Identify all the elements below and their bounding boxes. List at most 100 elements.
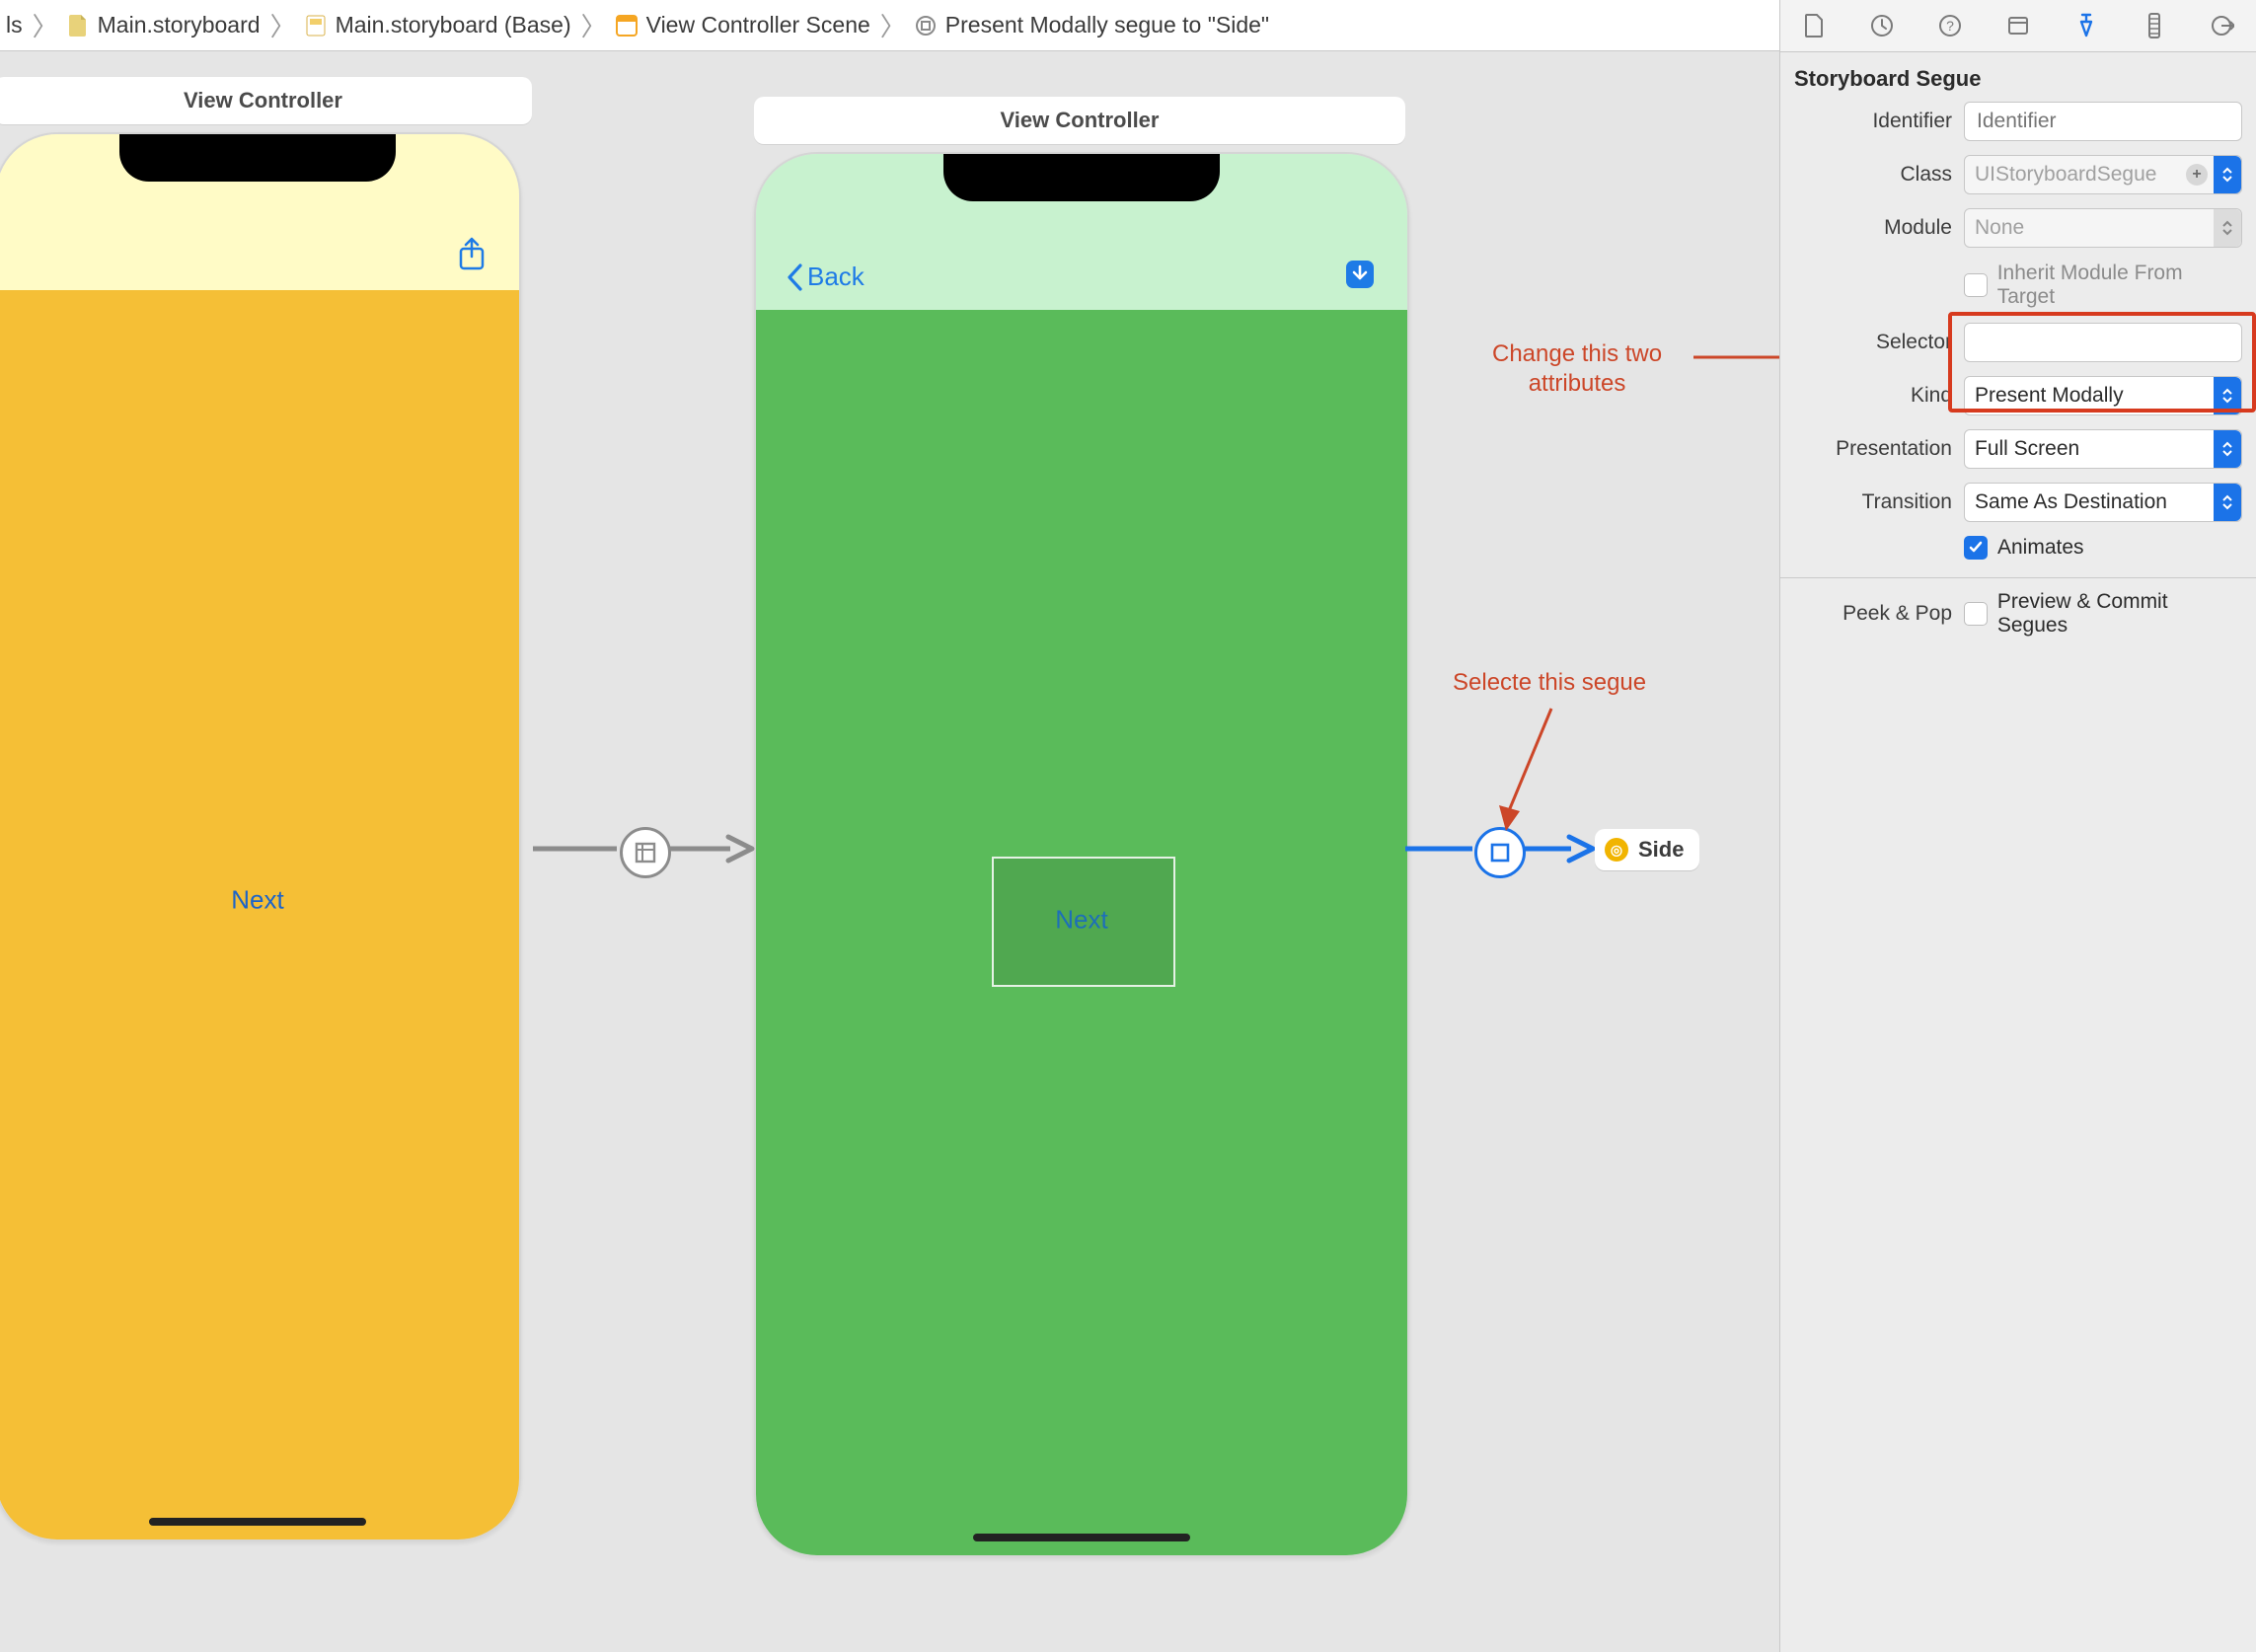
chevron-updown-icon[interactable]: [2214, 430, 2241, 468]
inspector-tabs[interactable]: ?: [1780, 0, 2256, 52]
annotation-line: Change this two: [1492, 340, 1662, 367]
class-select[interactable]: UIStoryboardSegue +: [1964, 155, 2242, 194]
tab-attributes-inspector[interactable]: [2071, 11, 2101, 40]
back-button[interactable]: Back: [786, 262, 865, 292]
section-title: Storyboard Segue: [1780, 52, 2256, 102]
vc1-body: Next: [0, 290, 519, 1539]
annotation-line: attributes: [1529, 370, 1626, 397]
vc2-body: Next: [756, 310, 1407, 1555]
inherit-module-checkbox[interactable]: [1964, 273, 1988, 297]
divider: [1780, 577, 2256, 578]
attributes-inspector: ? Storyboard Segue Identifier Class UISt…: [1779, 0, 2256, 1652]
module-value: None: [1975, 216, 2024, 240]
side-vc-chip[interactable]: ◎ Side: [1595, 829, 1699, 870]
annotation-change-attributes: Change this two attributes: [1492, 339, 1662, 399]
animates-checkbox[interactable]: [1964, 536, 1988, 560]
tab-history-inspector[interactable]: [1867, 11, 1897, 40]
download-icon[interactable]: [1342, 257, 1378, 292]
vc2-header[interactable]: View Controller: [754, 97, 1405, 144]
crumb-label: Main.storyboard: [98, 12, 261, 38]
crumb-label: Present Modally segue to "Side": [945, 12, 1269, 38]
share-icon[interactable]: [454, 237, 489, 272]
chevron-right-icon: 〉: [268, 7, 298, 43]
storyboard-canvas[interactable]: View Controller Next View Controller Bac…: [0, 51, 1779, 1652]
home-indicator-icon: [149, 1518, 366, 1526]
module-select[interactable]: None: [1964, 208, 2242, 248]
vc1-phone[interactable]: Next: [0, 132, 521, 1541]
svg-text:?: ?: [1946, 18, 1954, 34]
label-peekpop: Peek & Pop: [1794, 602, 1952, 626]
breadcrumb[interactable]: ls 〉 Main.storyboard 〉 Main.storyboard (…: [0, 7, 2031, 43]
chevron-updown-icon[interactable]: [2214, 156, 2241, 193]
selector-field[interactable]: [1964, 323, 2242, 362]
segue-node-2-selected[interactable]: [1474, 827, 1526, 878]
annotation-arrow-segue: [1490, 703, 1569, 841]
selector-input[interactable]: [1975, 330, 2231, 355]
vc2-phone[interactable]: Back Next: [754, 152, 1409, 1557]
annotation-arrow-attributes: [1693, 345, 1779, 375]
tab-connections-inspector[interactable]: [2207, 11, 2236, 40]
tab-identity-inspector[interactable]: [2003, 11, 2033, 40]
chevron-right-icon: 〉: [31, 7, 60, 43]
vc2-next-button[interactable]: Next: [1055, 905, 1107, 936]
chevron-right-icon: 〉: [878, 7, 908, 43]
vc1-next-button[interactable]: Next: [231, 885, 283, 916]
kind-select[interactable]: Present Modally: [1964, 376, 2242, 415]
chevron-updown-icon[interactable]: [2214, 484, 2241, 521]
vc2-next-label: Next: [1055, 905, 1107, 935]
preview-commit-checkbox[interactable]: [1964, 602, 1988, 626]
segue-icon: [914, 14, 938, 38]
transition-select[interactable]: Same As Destination: [1964, 483, 2242, 522]
chevron-updown-icon[interactable]: [2214, 209, 2241, 247]
peekpop-form: Peek & Pop Preview & Commit Segues: [1780, 590, 2256, 653]
label-module: Module: [1794, 216, 1952, 240]
segue-node-1[interactable]: [620, 827, 671, 878]
annotation-line: Selecte this segue: [1453, 669, 1646, 696]
storyboard-base-icon: [304, 14, 328, 38]
notch-icon: [943, 154, 1220, 201]
class-value: UIStoryboardSegue: [1975, 163, 2156, 187]
identifier-input[interactable]: [1975, 109, 2231, 134]
animates-row[interactable]: Animates: [1964, 536, 2242, 560]
crumb-segue[interactable]: Present Modally segue to "Side": [914, 12, 1269, 38]
label-selector: Selector: [1794, 331, 1952, 354]
presentation-value: Full Screen: [1975, 437, 2079, 461]
label-kind: Kind: [1794, 384, 1952, 408]
inherit-module-row[interactable]: Inherit Module From Target: [1964, 262, 2242, 309]
chevron-updown-icon[interactable]: [2214, 377, 2241, 414]
preview-commit-row[interactable]: Preview & Commit Segues: [1964, 590, 2242, 638]
inherit-module-label: Inherit Module From Target: [1997, 262, 2242, 309]
vc-badge-icon: ◎: [1605, 838, 1628, 862]
preview-commit-label: Preview & Commit Segues: [1997, 590, 2242, 638]
presentation-select[interactable]: Full Screen: [1964, 429, 2242, 469]
crumb-file[interactable]: Main.storyboard 〉: [66, 7, 298, 43]
add-class-icon[interactable]: +: [2186, 164, 2208, 186]
storyboard-file-icon: [66, 14, 90, 38]
chevron-right-icon: 〉: [579, 7, 609, 43]
label-presentation: Presentation: [1794, 437, 1952, 461]
kind-value: Present Modally: [1975, 384, 2124, 408]
crumb-scene[interactable]: View Controller Scene 〉: [615, 7, 908, 43]
label-transition: Transition: [1794, 490, 1952, 514]
annotation-select-segue: Selecte this segue: [1453, 669, 1646, 697]
crumb-base[interactable]: Main.storyboard (Base) 〉: [304, 7, 609, 43]
home-indicator-icon: [973, 1534, 1190, 1541]
tab-help-inspector[interactable]: ?: [1935, 11, 1965, 40]
animates-label: Animates: [1997, 536, 2084, 560]
crumb-root[interactable]: ls 〉: [6, 7, 60, 43]
identifier-field[interactable]: [1964, 102, 2242, 141]
back-label: Back: [807, 262, 865, 292]
crumb-label: View Controller Scene: [646, 12, 870, 38]
vc1-header[interactable]: View Controller: [0, 77, 532, 124]
vc1-title: View Controller: [184, 88, 342, 113]
crumb-label: Main.storyboard (Base): [336, 12, 571, 38]
tab-file-inspector[interactable]: [1799, 11, 1829, 40]
segue-form: Identifier Class UIStoryboardSegue + Mod…: [1780, 102, 2256, 575]
notch-icon: [119, 134, 396, 182]
label-class: Class: [1794, 163, 1952, 187]
tab-size-inspector[interactable]: [2140, 11, 2169, 40]
crumb-label: ls: [6, 12, 23, 38]
vc1-next-label: Next: [231, 885, 283, 915]
vc2-title: View Controller: [1001, 108, 1160, 133]
label-identifier: Identifier: [1794, 110, 1952, 133]
